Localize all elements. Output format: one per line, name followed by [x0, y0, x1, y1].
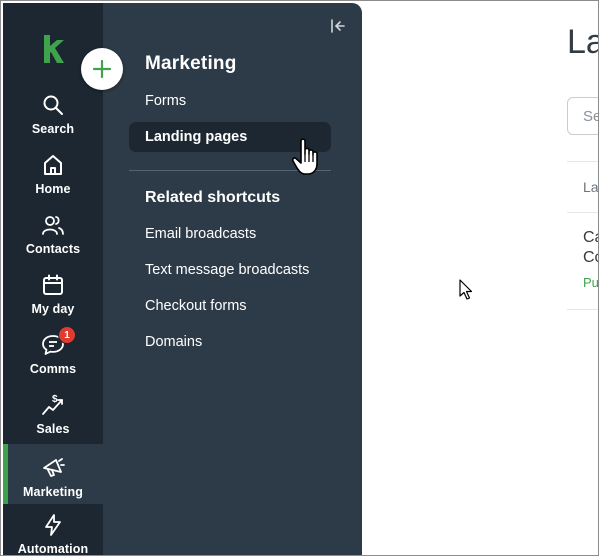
- rail-item-label: Contacts: [25, 242, 81, 256]
- shortcut-checkout-forms[interactable]: Checkout forms: [145, 298, 247, 314]
- shortcut-domains[interactable]: Domains: [145, 334, 202, 350]
- lightning-icon: [41, 513, 65, 537]
- search-icon: [41, 93, 65, 117]
- status-badge: Pu: [583, 275, 599, 290]
- svg-text:$: $: [52, 394, 58, 405]
- contacts-icon: [41, 213, 65, 237]
- shortcut-email-broadcasts[interactable]: Email broadcasts: [145, 226, 256, 242]
- marketing-flyout-panel: Marketing Forms Landing pages Related sh…: [103, 3, 362, 555]
- table-column-header: La: [583, 179, 599, 195]
- megaphone-icon: [41, 456, 65, 480]
- search-placeholder: Se: [583, 108, 598, 125]
- search-input[interactable]: Se: [567, 97, 598, 135]
- rail-item-label: Comms: [29, 362, 77, 376]
- home-icon: [41, 153, 65, 177]
- related-shortcuts-heading: Related shortcuts: [145, 189, 281, 206]
- create-new-button[interactable]: [81, 48, 123, 90]
- rail-item-label: Sales: [36, 422, 70, 436]
- primary-nav-rail: Search Home Contacts My day 1 Comms $ Sa…: [3, 3, 103, 556]
- panel-link-forms[interactable]: Forms: [145, 93, 186, 109]
- rail-item-label: Marketing: [23, 485, 83, 499]
- rail-item-label: My day: [31, 302, 75, 316]
- rail-item-comms[interactable]: 1 Comms: [3, 321, 103, 381]
- rail-item-marketing[interactable]: Marketing: [3, 444, 103, 504]
- shortcut-text-message-broadcasts[interactable]: Text message broadcasts: [145, 262, 309, 278]
- plus-icon: [92, 59, 112, 79]
- divider: [567, 212, 598, 213]
- table-row-name[interactable]: Ca: [583, 229, 598, 247]
- keap-logo: [44, 35, 64, 63]
- rail-item-label: Search: [31, 122, 75, 136]
- divider: [567, 161, 598, 162]
- calendar-icon: [41, 273, 65, 297]
- chat-icon: 1: [41, 326, 76, 357]
- sales-icon: $: [41, 393, 65, 417]
- rail-item-home[interactable]: Home: [3, 141, 103, 201]
- table-row-name-continued[interactable]: Co: [583, 249, 598, 267]
- rail-item-search[interactable]: Search: [3, 81, 103, 141]
- app-window: Search Home Contacts My day 1 Comms $ Sa…: [0, 0, 599, 556]
- rail-item-label: Home: [35, 182, 71, 196]
- notification-badge: 1: [58, 326, 76, 344]
- page-title: La: [567, 23, 598, 61]
- collapse-panel-icon[interactable]: [329, 17, 347, 35]
- rail-item-sales[interactable]: $ Sales: [3, 381, 103, 441]
- panel-title: Marketing: [145, 53, 237, 74]
- rail-item-automation[interactable]: Automation: [3, 501, 103, 556]
- arrow-cursor-icon: [459, 279, 473, 300]
- divider: [567, 309, 598, 310]
- rail-item-label: Automation: [17, 542, 89, 556]
- hand-cursor-icon: [291, 138, 318, 175]
- rail-item-my-day[interactable]: My day: [3, 261, 103, 321]
- rail-item-contacts[interactable]: Contacts: [3, 201, 103, 261]
